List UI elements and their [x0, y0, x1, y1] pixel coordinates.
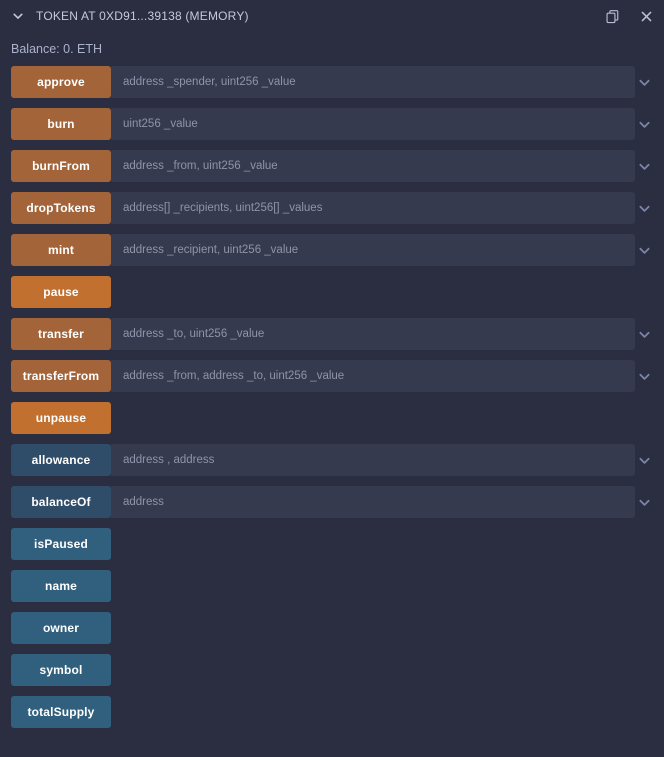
function-row: transferFrom: [0, 360, 664, 392]
function-button-balanceof[interactable]: balanceOf: [11, 486, 111, 518]
chevron-down-icon[interactable]: [632, 486, 656, 518]
token-panel-header: TOKEN AT 0XD91...39138 (MEMORY): [0, 0, 664, 32]
function-args-input-approve[interactable]: [111, 66, 635, 98]
function-args-input-allowance[interactable]: [111, 444, 635, 476]
function-row: totalSupply: [0, 696, 664, 728]
function-button-totalsupply[interactable]: totalSupply: [11, 696, 111, 728]
function-button-symbol[interactable]: symbol: [11, 654, 111, 686]
function-button-mint[interactable]: mint: [11, 234, 111, 266]
function-args-input-transfer[interactable]: [111, 318, 635, 350]
close-icon[interactable]: [638, 8, 654, 24]
function-button-ispaused[interactable]: isPaused: [11, 528, 111, 560]
balance-label: Balance: 0. ETH: [11, 42, 103, 56]
function-row: allowance: [0, 444, 664, 476]
chevron-down-icon[interactable]: [632, 444, 656, 476]
function-row: isPaused: [0, 528, 664, 560]
chevron-down-icon[interactable]: [632, 360, 656, 392]
chevron-down-icon[interactable]: [632, 150, 656, 182]
function-args-input-transferfrom[interactable]: [111, 360, 635, 392]
chevron-down-icon[interactable]: [10, 8, 26, 24]
function-args-input-burnfrom[interactable]: [111, 150, 635, 182]
function-args-input-droptokens[interactable]: [111, 192, 635, 224]
function-button-transferfrom[interactable]: transferFrom: [11, 360, 111, 392]
function-args-input-burn[interactable]: [111, 108, 635, 140]
function-button-burn[interactable]: burn: [11, 108, 111, 140]
function-row: unpause: [0, 402, 664, 434]
function-row: transfer: [0, 318, 664, 350]
function-row: owner: [0, 612, 664, 644]
chevron-down-icon[interactable]: [632, 108, 656, 140]
function-button-transfer[interactable]: transfer: [11, 318, 111, 350]
chevron-down-icon[interactable]: [632, 192, 656, 224]
function-button-unpause[interactable]: unpause: [11, 402, 111, 434]
header-actions: [604, 0, 654, 32]
function-row: dropTokens: [0, 192, 664, 224]
function-row: approve: [0, 66, 664, 98]
chevron-down-icon[interactable]: [632, 234, 656, 266]
copy-icon[interactable]: [604, 8, 620, 24]
function-row: mint: [0, 234, 664, 266]
chevron-down-icon[interactable]: [632, 66, 656, 98]
function-button-burnfrom[interactable]: burnFrom: [11, 150, 111, 182]
function-row: burn: [0, 108, 664, 140]
function-button-name[interactable]: name: [11, 570, 111, 602]
contract-function-list: approve burn burnFrom dropTokens mint pause tr…: [0, 66, 664, 728]
function-args-input-balanceof[interactable]: [111, 486, 635, 518]
function-row: balanceOf: [0, 486, 664, 518]
function-button-owner[interactable]: owner: [11, 612, 111, 644]
function-args-input-mint[interactable]: [111, 234, 635, 266]
function-button-allowance[interactable]: allowance: [11, 444, 111, 476]
page-title: TOKEN AT 0XD91...39138 (MEMORY): [36, 9, 249, 23]
function-row: burnFrom: [0, 150, 664, 182]
function-button-pause[interactable]: pause: [11, 276, 111, 308]
function-row: name: [0, 570, 664, 602]
function-button-droptokens[interactable]: dropTokens: [11, 192, 111, 224]
function-row: symbol: [0, 654, 664, 686]
function-row: pause: [0, 276, 664, 308]
chevron-down-icon[interactable]: [632, 318, 656, 350]
function-button-approve[interactable]: approve: [11, 66, 111, 98]
